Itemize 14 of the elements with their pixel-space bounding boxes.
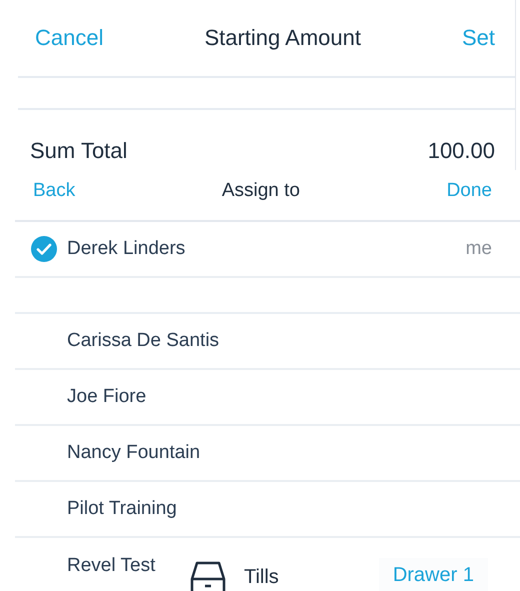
sum-total-value: 100.00: [428, 138, 495, 164]
tills-label: Tills: [244, 566, 279, 589]
sum-total-label: Sum Total: [30, 138, 128, 164]
checkmark-icon: [31, 236, 57, 262]
person-name[interactable]: Joe Fiore: [67, 386, 146, 408]
drawer-icon: [190, 560, 226, 591]
person-name[interactable]: Derek Linders: [67, 238, 186, 260]
person-name[interactable]: Nancy Fountain: [67, 442, 200, 464]
person-name[interactable]: Carissa De Santis: [67, 330, 220, 352]
me-note: me: [466, 238, 492, 260]
person-name[interactable]: Pilot Training: [67, 498, 177, 520]
assign-title: Assign to: [222, 180, 300, 202]
screen-title: Starting Amount: [204, 25, 361, 51]
person-name[interactable]: Revel Test: [67, 555, 156, 577]
